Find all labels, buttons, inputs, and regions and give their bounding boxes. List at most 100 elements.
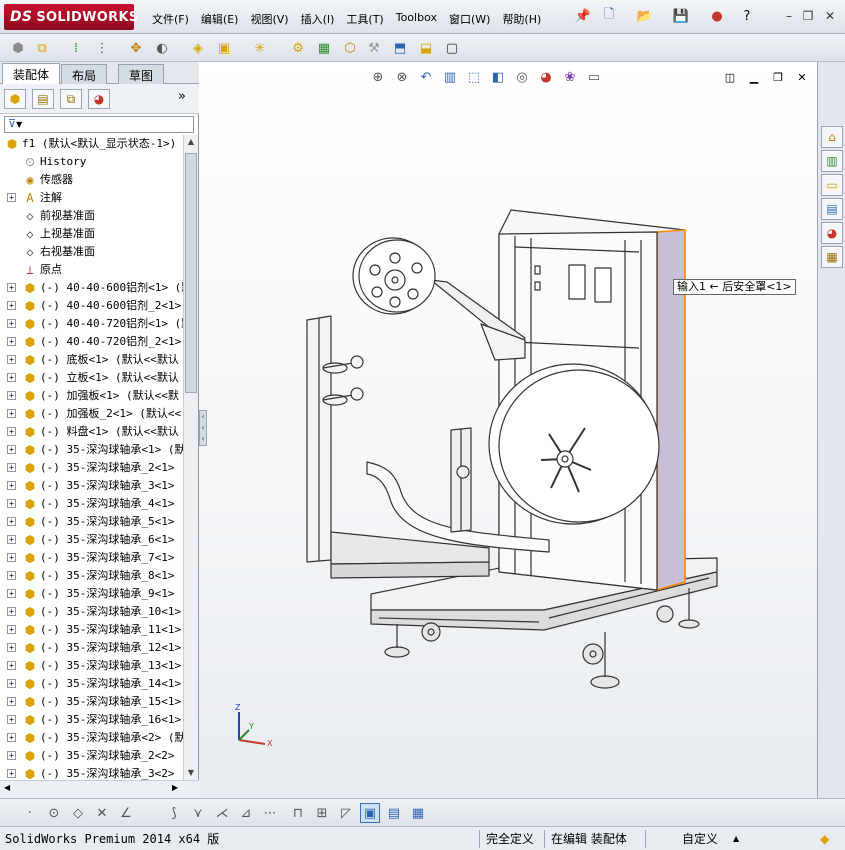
- menu-edit[interactable]: 编辑(E): [195, 9, 245, 29]
- design-library-icon[interactable]: ▥: [821, 150, 843, 172]
- tree-node[interactable]: + ⬢ (-) 35-深沟球轴承_10<1>: [0, 603, 183, 621]
- tree-node[interactable]: ⏲ History: [0, 153, 183, 171]
- hole-alignment-icon[interactable]: ⬓: [416, 38, 436, 58]
- new-document-icon[interactable]: 🗋: [600, 7, 618, 25]
- tree-node[interactable]: + ⬢ (-) 35-深沟球轴承_3<1>: [0, 477, 183, 495]
- tag-icon[interactable]: ◆: [820, 830, 829, 848]
- grid-icon[interactable]: ⊓: [288, 803, 308, 823]
- menu-help[interactable]: 帮助(H): [496, 9, 547, 29]
- expand-icon[interactable]: +: [7, 679, 16, 688]
- units-dropdown-icon[interactable]: ▲: [733, 830, 739, 848]
- tree-node[interactable]: + ⬢ (-) 35-深沟球轴承_2<1>: [0, 459, 183, 477]
- expand-icon[interactable]: +: [7, 715, 16, 724]
- traffic-light-icon[interactable]: ●: [708, 7, 726, 25]
- menu-toolbox[interactable]: Toolbox: [390, 9, 443, 29]
- chamfer-icon[interactable]: ⋎: [188, 803, 208, 823]
- configuration-manager-icon[interactable]: ⧉: [60, 89, 82, 109]
- interference-detection-icon[interactable]: ⚒: [364, 38, 384, 58]
- fillet-icon[interactable]: ⟆: [164, 803, 184, 823]
- tree-node[interactable]: + ⬢ (-) 立板<1> (默认<<默认: [0, 369, 183, 387]
- expand-icon[interactable]: +: [7, 481, 16, 490]
- expand-icon[interactable]: +: [7, 301, 16, 310]
- pin-icon[interactable]: 📌: [574, 7, 592, 25]
- show-hidden-icon[interactable]: ◐: [152, 38, 172, 58]
- file-explorer-icon[interactable]: ▭: [821, 174, 843, 196]
- expand-icon[interactable]: +: [7, 445, 16, 454]
- tree-node[interactable]: + ⬢ (-) 40-40-720铝剂<1> (默: [0, 315, 183, 333]
- linear-pattern-icon[interactable]: ⁞: [66, 38, 86, 58]
- midpoint-icon[interactable]: ⋯: [260, 803, 280, 823]
- expand-icon[interactable]: +: [7, 499, 16, 508]
- scrollbar-thumb[interactable]: [185, 153, 197, 393]
- tree-node[interactable]: + ⬢ (-) 40-40-600铝剂<1> (默: [0, 279, 183, 297]
- four-view-icon[interactable]: ▦: [408, 803, 428, 823]
- tree-filter[interactable]: ⊽▼: [4, 116, 194, 133]
- scroll-right-icon[interactable]: ▶: [172, 783, 178, 792]
- close-button[interactable]: ✕: [822, 8, 838, 24]
- tree-node[interactable]: + ⬢ (-) 35-深沟球轴承_3<2>: [0, 765, 183, 780]
- expand-icon[interactable]: +: [7, 463, 16, 472]
- tree-node[interactable]: + ⬢ (-) 35-深沟球轴承_15<1>: [0, 693, 183, 711]
- graphics-area[interactable]: ⊕ ⊗ ↶ ▥ ⬚ ◧ ◎ ◕ ❀ ▭ ◫ ▁ ❐ ✕ 输入1 ← 后安全罩<1…: [199, 62, 817, 798]
- property-manager-icon[interactable]: ▤: [32, 89, 54, 109]
- resources-icon[interactable]: ⌂: [821, 126, 843, 148]
- view-palette-icon[interactable]: ▤: [821, 198, 843, 220]
- tree-node[interactable]: + ⬢ (-) 35-深沟球轴承_16<1>: [0, 711, 183, 729]
- new-motion-study-icon[interactable]: ✳: [250, 38, 270, 58]
- restore-button[interactable]: ❐: [800, 8, 816, 24]
- scroll-down-icon[interactable]: ▼: [185, 766, 197, 780]
- assembly-insert-icon[interactable]: ⬢: [8, 38, 28, 58]
- feature-manager-icon[interactable]: ⬢: [4, 89, 26, 109]
- expand-icon[interactable]: +: [7, 319, 16, 328]
- tree-node[interactable]: ◇ 上视基准面: [0, 225, 183, 243]
- tree-node[interactable]: + A 注解: [0, 189, 183, 207]
- mate-icon[interactable]: ⧉: [32, 38, 52, 58]
- expand-icon[interactable]: +: [7, 733, 16, 742]
- exploded-view-icon[interactable]: ▦: [314, 38, 334, 58]
- tree-node[interactable]: + ⬢ (-) 35-深沟球轴承_11<1>: [0, 621, 183, 639]
- tree-node[interactable]: + ⬢ (-) 35-深沟球轴承_9<1>: [0, 585, 183, 603]
- appearances-scenes-icon[interactable]: ◕: [821, 222, 843, 244]
- tree-node[interactable]: + ⬢ (-) 35-深沟球轴承_7<1>: [0, 549, 183, 567]
- expand-icon[interactable]: +: [7, 517, 16, 526]
- menu-tools[interactable]: 工具(T): [340, 9, 389, 29]
- reference-geometry-icon[interactable]: ▣: [214, 38, 234, 58]
- trim-icon[interactable]: ✕: [92, 803, 112, 823]
- panel-collapse-handle[interactable]: ‹ ‹ ‹: [199, 410, 207, 446]
- expand-icon[interactable]: +: [7, 607, 16, 616]
- tiled-view-icon[interactable]: ◸: [336, 803, 356, 823]
- expand-icon[interactable]: +: [7, 697, 16, 706]
- mate-callout[interactable]: 输入1 ← 后安全罩<1>: [673, 279, 796, 295]
- horizontal-view-icon[interactable]: ▤: [384, 803, 404, 823]
- menu-insert[interactable]: 插入(I): [295, 9, 341, 29]
- mirror-icon[interactable]: ⊿: [236, 803, 256, 823]
- open-icon[interactable]: 📂: [636, 7, 654, 25]
- smart-fasteners-icon[interactable]: ⋮: [92, 38, 112, 58]
- tree-node[interactable]: + ⬢ (-) 35-深沟球轴承<1> (默: [0, 441, 183, 459]
- assembly-model-view[interactable]: [199, 62, 817, 798]
- expand-icon[interactable]: +: [7, 391, 16, 400]
- expand-icon[interactable]: +: [7, 553, 16, 562]
- expand-icon[interactable]: +: [7, 769, 16, 778]
- expand-icon[interactable]: +: [7, 409, 16, 418]
- tree-node[interactable]: + ⬢ (-) 35-深沟球轴承_14<1>: [0, 675, 183, 693]
- help-icon[interactable]: ?: [738, 7, 756, 25]
- tab-assembly[interactable]: 装配体: [2, 63, 61, 84]
- tree-node[interactable]: + ⬢ (-) 35-深沟球轴承<2> (默: [0, 729, 183, 747]
- tree-node[interactable]: + ⬢ (-) 35-深沟球轴承_2<2>: [0, 747, 183, 765]
- assembly-features-icon[interactable]: ◈: [188, 38, 208, 58]
- more-tabs-icon[interactable]: »: [178, 89, 186, 104]
- expand-icon[interactable]: +: [7, 751, 16, 760]
- menu-file[interactable]: 文件(F): [146, 9, 195, 29]
- expand-icon[interactable]: +: [7, 355, 16, 364]
- expand-icon[interactable]: +: [7, 283, 16, 292]
- explode-line-sketch-icon[interactable]: ⬡: [340, 38, 360, 58]
- tree-node[interactable]: + ⬢ (-) 35-深沟球轴承_4<1>: [0, 495, 183, 513]
- expand-icon[interactable]: +: [7, 337, 16, 346]
- tree-node[interactable]: ◇ 前视基准面: [0, 207, 183, 225]
- tree-node[interactable]: + ⬢ (-) 40-40-600铝剂_2<1>: [0, 297, 183, 315]
- tree-node[interactable]: ◉ 传感器: [0, 171, 183, 189]
- tab-layout[interactable]: 布局: [61, 64, 108, 84]
- tree-node[interactable]: + ⬢ (-) 加强板<1> (默认<<默: [0, 387, 183, 405]
- move-component-icon[interactable]: ✥: [126, 38, 146, 58]
